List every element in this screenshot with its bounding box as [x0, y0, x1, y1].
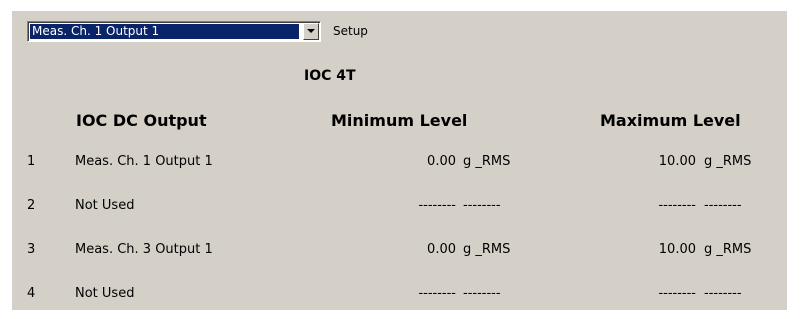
- row-number: 1: [27, 154, 36, 169]
- minimum-value: --------: [418, 286, 456, 301]
- dropdown-button[interactable]: [303, 23, 319, 40]
- page-title: IOC 4T: [304, 68, 356, 84]
- minimum-unit: --------: [463, 198, 501, 213]
- row-number: 3: [27, 242, 36, 257]
- column-header-output: IOC DC Output: [76, 111, 207, 130]
- maximum-value: 10.00: [658, 242, 696, 257]
- maximum-value: 10.00: [658, 154, 696, 169]
- column-header-maximum: Maximum Level: [600, 111, 741, 130]
- minimum-unit: --------: [463, 286, 501, 301]
- maximum-value: --------: [658, 198, 696, 213]
- output-name: Not Used: [75, 286, 135, 301]
- output-select[interactable]: Meas. Ch. 1 Output 1: [27, 21, 321, 42]
- maximum-unit: g _RMS: [704, 242, 752, 257]
- output-name: Meas. Ch. 3 Output 1: [75, 242, 213, 257]
- ioc-panel: Meas. Ch. 1 Output 1 Setup IOC 4T IOC DC…: [12, 11, 787, 310]
- output-name: Not Used: [75, 198, 135, 213]
- column-header-minimum: Minimum Level: [331, 111, 468, 130]
- table-row: 1 Meas. Ch. 1 Output 1 0.00 g _RMS 10.00…: [12, 154, 787, 174]
- table-row: 4 Not Used -------- -------- -------- --…: [12, 286, 787, 306]
- output-name: Meas. Ch. 1 Output 1: [75, 154, 213, 169]
- table-row: 2 Not Used -------- -------- -------- --…: [12, 198, 787, 218]
- maximum-unit: g _RMS: [704, 154, 752, 169]
- minimum-unit: g _RMS: [463, 242, 511, 257]
- maximum-value: --------: [658, 286, 696, 301]
- setup-label: Setup: [333, 24, 368, 38]
- row-number: 2: [27, 198, 36, 213]
- minimum-value: --------: [418, 198, 456, 213]
- table-row: 3 Meas. Ch. 3 Output 1 0.00 g _RMS 10.00…: [12, 242, 787, 262]
- minimum-unit: g _RMS: [463, 154, 511, 169]
- row-number: 4: [27, 286, 36, 301]
- maximum-unit: --------: [704, 286, 742, 301]
- maximum-unit: --------: [704, 198, 742, 213]
- minimum-value: 0.00: [427, 242, 456, 257]
- minimum-value: 0.00: [427, 154, 456, 169]
- chevron-down-icon: [307, 29, 315, 33]
- output-select-value[interactable]: Meas. Ch. 1 Output 1: [30, 24, 299, 39]
